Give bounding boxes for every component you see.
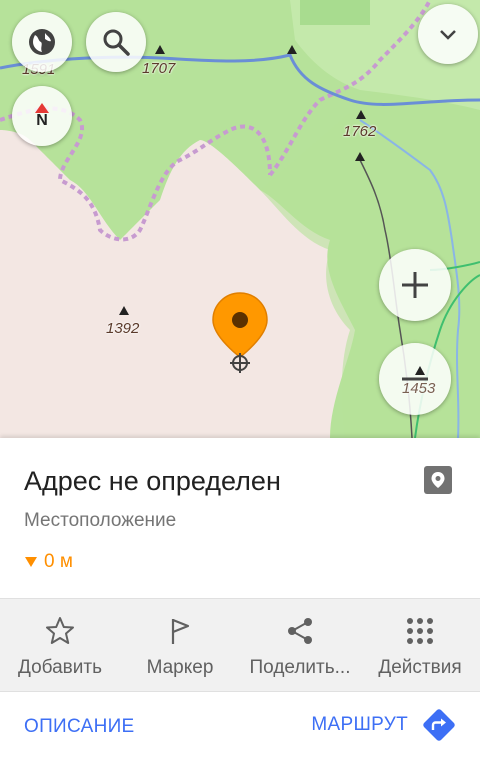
peak-marker: [155, 45, 165, 54]
peak-label: 1707: [142, 60, 176, 77]
plus-icon: [402, 272, 428, 298]
star-icon: [46, 617, 74, 644]
map-pin-icon: [212, 292, 268, 373]
chevron-down-icon: [440, 30, 456, 40]
globe-icon: [29, 29, 55, 55]
actions-button[interactable]: Действия: [360, 599, 480, 691]
peak-marker: [355, 152, 365, 161]
route-button[interactable]: МАРШРУТ: [311, 708, 456, 742]
compass-icon: N: [35, 103, 49, 129]
peak-label: 1762: [343, 123, 377, 140]
distance-row: 0 м: [24, 551, 73, 573]
direction-arrow-icon: [25, 557, 37, 567]
add-favorite-button[interactable]: Добавить: [0, 599, 120, 691]
place-subtitle: Местоположение: [24, 510, 177, 531]
action-bar: Добавить Маркер Поделить... Действия: [0, 598, 480, 692]
place-title: Адрес не определен: [24, 466, 281, 496]
bottom-bar: ОПИСАНИЕ МАРШРУТ: [0, 692, 480, 764]
zoom-out-button[interactable]: [379, 343, 451, 415]
directions-icon: [423, 709, 455, 741]
map-view[interactable]: 1707 1591 1762 1392 N: [0, 0, 480, 438]
flag-icon: [171, 618, 190, 644]
description-button[interactable]: ОПИСАНИЕ: [24, 716, 135, 738]
peak-marker: [415, 366, 425, 375]
add-favorite-label: Добавить: [18, 657, 102, 678]
peak-label: 1453: [402, 380, 436, 397]
layers-button[interactable]: [12, 12, 72, 72]
place-info-panel: Адрес не определен Местоположение 0 м До…: [0, 438, 480, 764]
share-button[interactable]: Поделить...: [240, 599, 360, 691]
place-type-icon: [424, 466, 452, 494]
peak-label: 1392: [106, 320, 140, 337]
actions-label: Действия: [378, 657, 462, 678]
share-icon: [288, 618, 312, 644]
distance-value: 0 м: [44, 551, 73, 572]
peak-marker: [287, 45, 297, 54]
compass-button[interactable]: N: [12, 86, 72, 146]
add-marker-button[interactable]: Маркер: [120, 599, 240, 691]
search-icon: [103, 29, 130, 56]
zoom-in-button[interactable]: [379, 249, 451, 321]
share-label: Поделить...: [249, 657, 351, 678]
peak-marker: [356, 110, 366, 119]
grid-dots-icon: [407, 618, 433, 644]
route-label: МАРШРУТ: [311, 714, 408, 735]
peak-marker: [119, 306, 129, 315]
location-pin[interactable]: [211, 291, 269, 380]
add-marker-label: Маркер: [146, 657, 214, 678]
marker-icon: [431, 472, 445, 488]
collapse-button[interactable]: [418, 4, 478, 64]
compass-north-label: N: [36, 112, 48, 129]
search-button[interactable]: [86, 12, 146, 72]
